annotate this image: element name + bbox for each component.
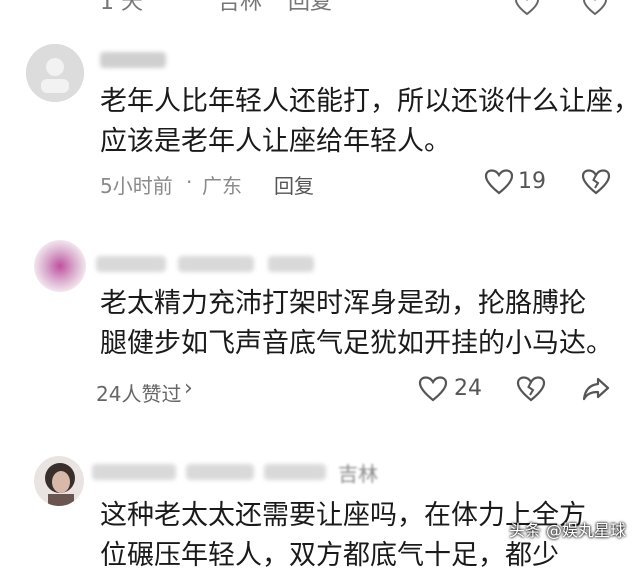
comment-text-line-2: 应该是老年人让座给年轻人。 [100, 126, 451, 157]
comment-text-line-2: 位碾压年轻人，双方都底气十足，都少 [100, 540, 559, 571]
comment-item: 老太精力充沛打架时浑身是劲，抡胳膊抡 腿健步如飞声音底气足犹如开挂的小马达。 2… [0, 228, 640, 418]
comment-time: 5小时前 [100, 174, 173, 198]
dislike-icon[interactable] [582, 0, 608, 16]
share-icon[interactable] [582, 376, 610, 402]
avatar[interactable] [26, 44, 84, 102]
user-meta-blurred [186, 464, 254, 480]
previous-comment-reply-button[interactable]: 回复 [288, 0, 332, 16]
user-avatar-image [34, 240, 86, 292]
username-blurred [96, 256, 166, 272]
like-icon[interactable] [514, 0, 540, 16]
previous-comment-time: 1 天 [100, 0, 143, 15]
avatar[interactable] [34, 456, 84, 506]
username-blurred [100, 52, 166, 68]
dislike-icon[interactable] [516, 376, 546, 402]
comment-text-line-1: 老太精力充沛打架时浑身是劲，抡胳膊抡 [100, 288, 586, 319]
like-icon[interactable] [484, 169, 514, 195]
comment-location: 广东 [202, 174, 242, 198]
like-icon[interactable] [418, 376, 448, 402]
default-avatar-icon [26, 44, 84, 102]
dislike-icon[interactable] [581, 169, 611, 195]
like-count: 19 [518, 169, 546, 194]
like-count: 24 [454, 376, 482, 401]
meta-separator: · [186, 170, 193, 194]
previous-comment-meta-row: 1 天 吉林 回复 [0, 0, 640, 20]
user-meta-blurred [264, 464, 326, 480]
username-blurred [92, 464, 176, 480]
comment-text-line-2: 腿健步如飞声音底气足犹如开挂的小马达。 [100, 328, 613, 359]
comment-location: 吉林 [338, 462, 378, 486]
chevron-right-icon[interactable]: › [184, 376, 193, 401]
watermark: 头条 @娱丸星球 [508, 521, 626, 540]
previous-comment-location: 吉林 [218, 0, 263, 15]
user-meta-blurred [268, 256, 314, 272]
comment-text-line-1: 老年人比年轻人还能打，所以还谈什么让座， [100, 86, 640, 117]
user-meta-blurred [178, 256, 254, 272]
avatar[interactable] [34, 240, 86, 292]
user-avatar-image [34, 456, 84, 506]
reply-button[interactable]: 回复 [274, 170, 314, 199]
comment-item: 老年人比年轻人还能打，所以还谈什么让座， 应该是老年人让座给年轻人。 5小时前 … [0, 30, 640, 205]
liked-by-summary[interactable]: 24人赞过 [96, 378, 181, 407]
